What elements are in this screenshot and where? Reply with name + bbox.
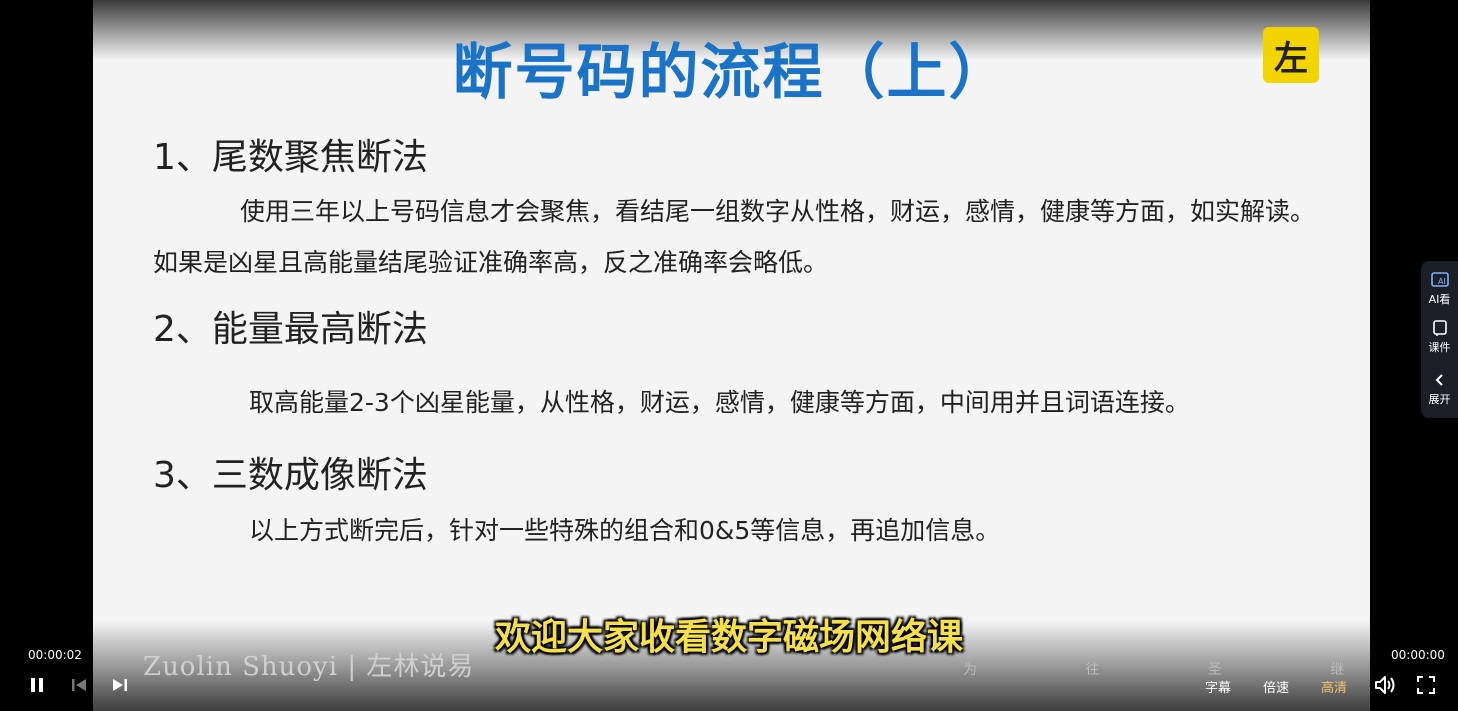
pause-button[interactable] <box>24 672 50 698</box>
sidebar-item-ai-watch[interactable]: AI AI看 <box>1421 271 1458 307</box>
section-heading-2: 2、能量最高断法 <box>153 309 428 350</box>
next-button[interactable] <box>107 672 133 698</box>
svg-text:AI: AI <box>1438 277 1446 286</box>
subtitles-button[interactable]: 字幕 <box>1205 677 1231 696</box>
section-heading-1: 1、尾数聚焦断法 <box>153 137 428 178</box>
pause-icon <box>31 678 43 692</box>
courseware-icon <box>1432 320 1447 336</box>
section-2-line-1: 取高能量2-3个凶星能量，从性格，财运，感情，健康等方面，中间用并且词语连接。 <box>249 388 1190 417</box>
fullscreen-button[interactable] <box>1413 672 1439 698</box>
duration-time: 00:00:00 <box>1391 648 1445 662</box>
logo-badge: 左 <box>1263 27 1319 83</box>
fullscreen-icon <box>1417 676 1435 694</box>
section-heading-3: 3、三数成像断法 <box>153 455 428 496</box>
sidebar-label-courseware: 课件 <box>1428 341 1451 354</box>
video-frame[interactable]: 断号码的流程（上） 左 1、尾数聚焦断法 使用三年以上号码信息才会聚焦，看结尾一… <box>93 0 1370 711</box>
skip-next-icon <box>113 679 127 691</box>
video-subtitle: 欢迎大家收看数字磁场网络课 <box>494 617 963 658</box>
ai-watch-icon: AI <box>1430 272 1449 287</box>
sidebar-label-ai-watch: AI看 <box>1428 293 1451 306</box>
sidebar-item-courseware[interactable]: 课件 <box>1421 319 1458 355</box>
sidebar-item-expand[interactable]: 展开 <box>1421 371 1458 407</box>
current-time: 00:00:02 <box>28 648 82 662</box>
section-1-line-1: 使用三年以上号码信息才会聚焦，看结尾一组数字从性格，财运，感情，健康等方面，如实… <box>240 197 1316 226</box>
skip-previous-icon <box>72 679 86 691</box>
slide-title: 断号码的流程（上） <box>452 38 1011 108</box>
chevron-left-icon <box>1435 374 1443 386</box>
quality-button[interactable]: 高清 <box>1321 677 1347 696</box>
volume-icon <box>1375 676 1395 694</box>
side-panel: AI AI看 课件 展开 <box>1421 261 1458 418</box>
previous-button[interactable] <box>66 672 92 698</box>
sidebar-label-expand: 展开 <box>1428 393 1451 406</box>
section-3-line-1: 以上方式断完后，针对一些特殊的组合和0&5等信息，再追加信息。 <box>249 516 1001 545</box>
volume-button[interactable] <box>1372 672 1398 698</box>
motto-text: 为 往 圣 继 绝 学 ! <box>963 662 1370 678</box>
speed-button[interactable]: 倍速 <box>1263 677 1289 696</box>
section-1-line-2: 如果是凶星且高能量结尾验证准确率高，反之准确率会略低。 <box>153 248 829 277</box>
